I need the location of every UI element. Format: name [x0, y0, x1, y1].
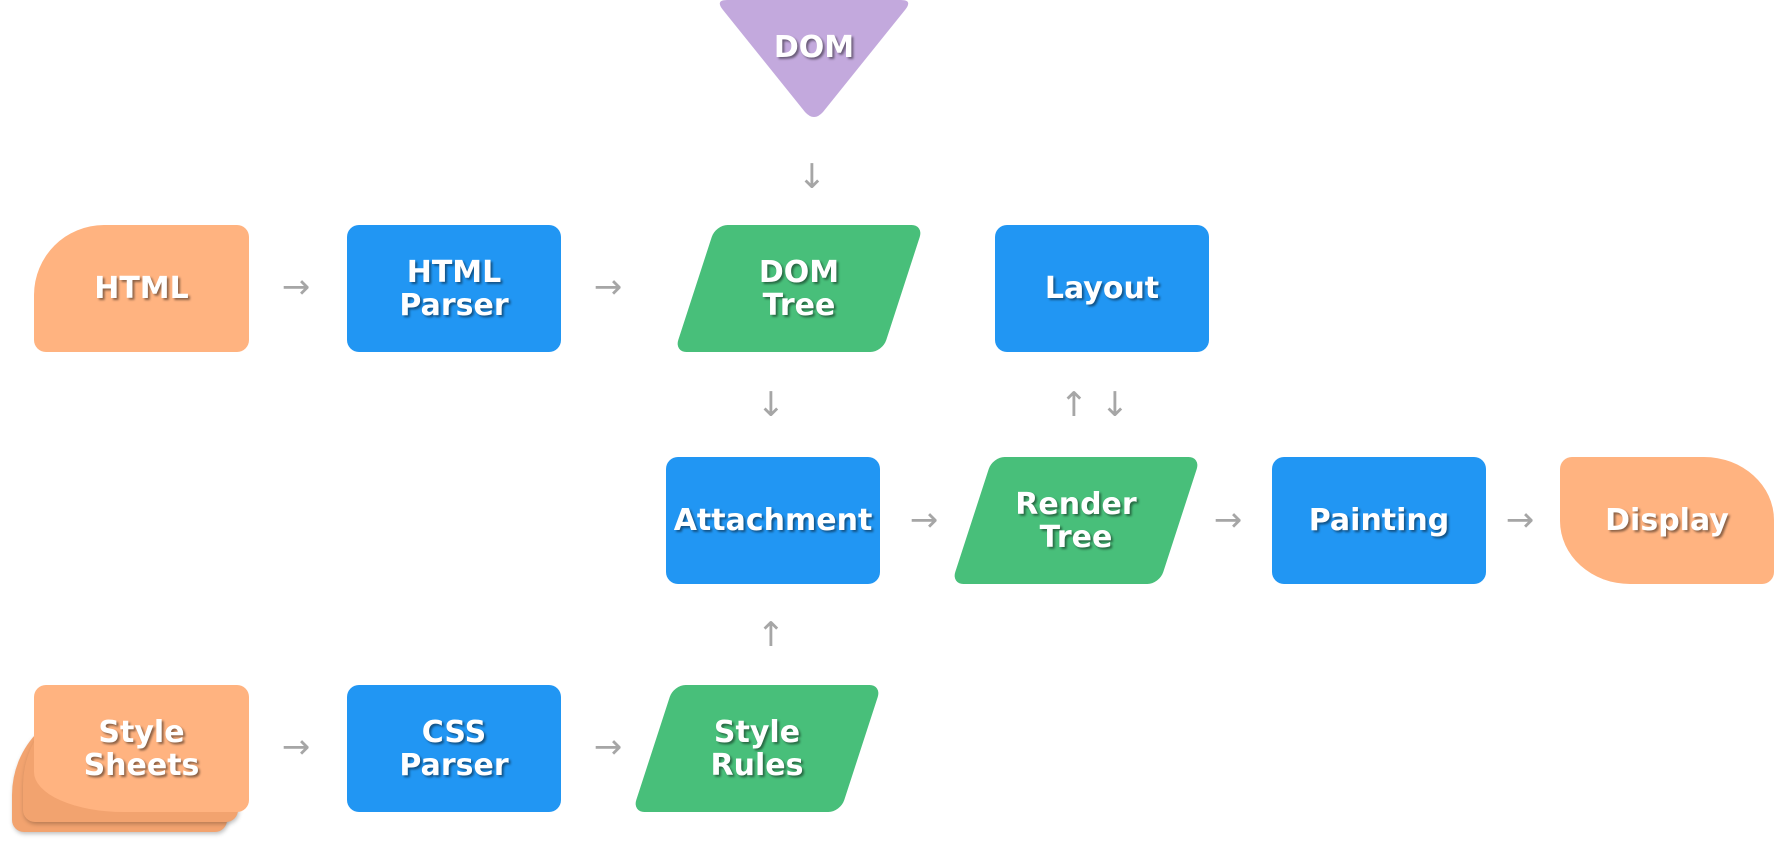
style-sheets-label-line1: Style	[98, 714, 185, 750]
style-rules-label-line2: Rules	[710, 747, 804, 783]
html-parser-node: HTML Parser	[347, 225, 561, 352]
html-parser-label-line1: HTML	[406, 254, 502, 290]
render-tree-label-line2: Tree	[1039, 519, 1113, 555]
layout-label: Layout	[1044, 271, 1160, 306]
display-label: Display	[1605, 503, 1729, 538]
dom-label: DOM	[773, 29, 855, 65]
arrow-right-icon: →	[593, 727, 623, 767]
arrow-right-icon: →	[281, 727, 311, 767]
arrow-right-icon: →	[909, 500, 939, 540]
arrow-right-icon: →	[1505, 500, 1535, 540]
arrow-down-icon: ↓	[756, 385, 786, 425]
css-parser-node: CSS Parser	[347, 685, 561, 812]
html-label: HTML	[94, 271, 189, 306]
render-tree-node: Render Tree	[951, 457, 1201, 584]
style-rules-label-line1: Style	[713, 714, 801, 750]
painting-node: Painting	[1272, 457, 1486, 584]
arrow-down-icon: ↓	[1100, 385, 1130, 425]
attachment-node: Attachment	[666, 457, 880, 584]
arrow-right-icon: →	[593, 267, 623, 307]
style-rules-node: Style Rules	[632, 685, 882, 812]
layout-node: Layout	[995, 225, 1209, 352]
css-parser-label-line2: Parser	[399, 747, 509, 783]
dom-tree-label-line2: Tree	[762, 287, 836, 323]
arrow-up-icon: ↑	[756, 615, 786, 655]
painting-label: Painting	[1308, 503, 1450, 538]
attachment-label: Attachment	[673, 503, 873, 538]
dom-tree-label-line1: DOM	[758, 254, 840, 290]
render-tree-label-line1: Render	[1015, 486, 1137, 522]
style-sheets-label-line2: Sheets	[83, 747, 200, 783]
arrow-up-icon: ↑	[1059, 385, 1089, 425]
dom-node: DOM	[715, 0, 913, 120]
css-parser-label-line1: CSS	[421, 714, 487, 750]
style-sheets-node: Style Sheets	[12, 685, 252, 835]
html-node: HTML	[34, 225, 249, 352]
arrow-right-icon: →	[1213, 500, 1243, 540]
display-node: Display	[1560, 457, 1774, 584]
html-parser-label-line2: Parser	[399, 287, 509, 323]
arrow-down-icon: ↓	[797, 157, 827, 197]
arrow-right-icon: →	[281, 267, 311, 307]
style-sheets-front: Style Sheets	[34, 685, 249, 812]
dom-tree-node: DOM Tree	[674, 225, 924, 352]
